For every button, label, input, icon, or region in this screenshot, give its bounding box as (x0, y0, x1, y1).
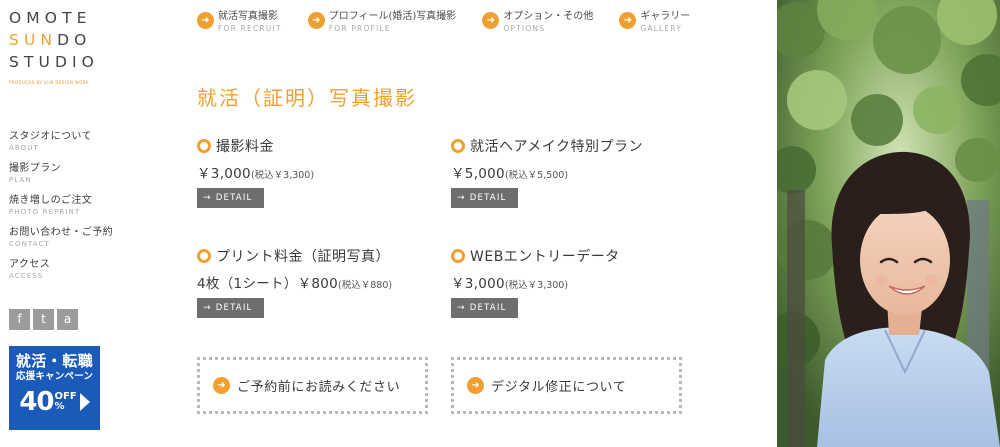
arrow-right-icon: → (457, 303, 466, 313)
plan-price: ￥5,000(税込￥5,500) (451, 162, 643, 182)
side-nav-sublabel: ABOUT (9, 144, 39, 152)
sidebar: OMOTE SUNDO STUDIO PRODUCED BY SUN DESIG… (0, 0, 178, 447)
top-nav-sublabel: FOR RECRUIT (218, 24, 282, 33)
side-nav-label: アクセス (9, 259, 51, 270)
logo-line-2-rest: DO (57, 31, 92, 49)
side-nav-contact[interactable]: お問い合わせ・ご予約 CONTACT (9, 226, 113, 249)
arrow-right-icon: ➜ (307, 12, 325, 29)
plan-card: プリント料金（証明写真） 4枚（1シート）￥800(税込￥880) → DETAI… (197, 246, 392, 318)
detail-button[interactable]: → DETAIL (451, 298, 518, 318)
campaign-percent: 40 (19, 387, 54, 417)
side-nav-label: 撮影プラン (9, 163, 61, 174)
side-nav: スタジオについて ABOUT 撮影プラン PLAN 焼き増しのご注文 PHOTO… (9, 130, 113, 290)
arrow-right-icon: ➜ (197, 12, 214, 29)
campaign-subtitle: 応援キャンペーン (15, 371, 94, 382)
arrow-right-icon: ➜ (619, 12, 637, 29)
top-nav-label: 就活写真撮影 (218, 11, 278, 22)
arrow-right-icon: → (457, 193, 466, 203)
plan-price-value: ￥5,000 (451, 166, 505, 182)
plan-card: 就活ヘアメイク特別プラン ￥5,000(税込￥5,500) → DETAIL (451, 136, 643, 208)
facebook-icon[interactable]: f (9, 309, 30, 330)
logo-tagline: PRODUCED BY SUN DESIGN WORK (9, 80, 89, 85)
side-nav-sublabel: PLAN (9, 176, 32, 184)
campaign-percent-sign: % (54, 401, 65, 412)
twitter-icon[interactable]: t (33, 309, 54, 330)
read-before-booking-banner[interactable]: ➜ ご予約前にお読みください (197, 357, 428, 414)
detail-button[interactable]: → DETAIL (197, 188, 264, 208)
detail-button-label: DETAIL (215, 303, 253, 313)
detail-button[interactable]: → DETAIL (451, 188, 518, 208)
side-nav-sublabel: CONTACT (9, 240, 50, 248)
plan-name: 就活ヘアメイク特別プラン (470, 139, 644, 155)
arrow-right-icon: ➜ (213, 377, 230, 394)
ameblo-icon[interactable]: a (57, 309, 78, 330)
plan-name: プリント料金（証明写真） (216, 249, 390, 265)
top-nav-label: ギャラリー (640, 11, 691, 22)
plan-price: 4枚（1シート）￥800(税込￥880) (197, 272, 392, 292)
plan-name: 撮影料金 (216, 139, 274, 155)
digital-retouch-banner[interactable]: ➜ デジタル修正について (451, 357, 682, 414)
campaign-title: 就活・転職 (15, 352, 94, 370)
plan-price-tax: (税込￥3,300) (504, 280, 569, 291)
detail-button-label: DETAIL (469, 193, 507, 203)
top-nav-profile[interactable]: ➜ プロフィール(婚活)写真撮影 FOR PROFILE (307, 10, 457, 34)
plan-price-tax: (税込￥880) (338, 280, 393, 291)
logo[interactable]: OMOTE SUNDO STUDIO PRODUCED BY SUN DESIG… (9, 7, 99, 85)
play-arrow-icon (79, 393, 90, 411)
top-nav-label: プロフィール(婚活)写真撮影 (328, 11, 457, 22)
plan-price-value: ￥3,000 (451, 276, 505, 292)
plan-card: 撮影料金 ￥3,000(税込￥3,300) → DETAIL (197, 136, 314, 208)
arrow-right-icon: → (203, 193, 212, 203)
circle-bullet-icon (451, 249, 465, 263)
side-nav-label: 焼き増しのご注文 (9, 195, 93, 206)
side-nav-sublabel: ACCESS (9, 272, 44, 280)
social-links: f t a (9, 309, 78, 330)
hero-photo-illustration (777, 0, 1000, 447)
side-nav-photo-reprint[interactable]: 焼き増しのご注文 PHOTO REPRINT (9, 194, 113, 217)
logo-line-2: SUNDO (9, 29, 99, 51)
campaign-off: OFF % (55, 392, 77, 412)
plan-price-value: 4枚（1シート）￥800 (197, 276, 339, 292)
logo-line-3: STUDIO (9, 53, 99, 71)
banner-label: ご予約前にお読みください (237, 380, 401, 395)
logo-line-1: OMOTE (9, 9, 92, 27)
campaign-banner[interactable]: 就活・転職 応援キャンペーン 40 OFF % (9, 346, 100, 430)
top-nav-label: オプション・その他 (503, 11, 594, 22)
plan-price-tax: (税込￥5,500) (504, 170, 569, 181)
logo-accent: SUN (9, 31, 58, 49)
circle-bullet-icon (197, 139, 211, 153)
side-nav-plan[interactable]: 撮影プラン PLAN (9, 162, 113, 185)
top-nav-recruit[interactable]: ➜ 就活写真撮影 FOR RECRUIT (197, 10, 282, 34)
plan-price: ￥3,000(税込￥3,300) (197, 162, 314, 182)
detail-button[interactable]: → DETAIL (197, 298, 264, 318)
plan-price-tax: (税込￥3,300) (250, 170, 315, 181)
hero-photo (777, 0, 1000, 447)
arrow-right-icon: ➜ (482, 12, 500, 29)
side-nav-sublabel: PHOTO REPRINT (9, 208, 81, 216)
campaign-discount: 40 OFF % (9, 383, 100, 421)
arrow-right-icon: ➜ (467, 377, 484, 394)
plan-price-value: ￥3,000 (197, 166, 251, 182)
arrow-right-icon: → (203, 303, 212, 313)
banner-label: デジタル修正について (491, 380, 627, 395)
top-nav-gallery[interactable]: ➜ ギャラリー GALLERY (619, 10, 690, 34)
side-nav-access[interactable]: アクセス ACCESS (9, 258, 113, 281)
top-nav-sublabel: FOR PROFILE (328, 24, 391, 33)
top-nav-options[interactable]: ➜ オプション・その他 OPTIONS (482, 10, 593, 34)
circle-bullet-icon (451, 139, 465, 153)
side-nav-about[interactable]: スタジオについて ABOUT (9, 130, 113, 153)
page-title: 就活（証明）写真撮影 (197, 86, 417, 110)
side-nav-label: お問い合わせ・ご予約 (9, 227, 113, 238)
top-nav: ➜ 就活写真撮影 FOR RECRUIT ➜ プロフィール(婚活)写真撮影 FO… (197, 10, 716, 34)
top-nav-sublabel: OPTIONS (503, 24, 546, 33)
side-nav-label: スタジオについて (9, 131, 92, 142)
detail-button-label: DETAIL (215, 193, 253, 203)
plan-card: WEBエントリーデータ ￥3,000(税込￥3,300) → DETAIL (451, 246, 620, 318)
circle-bullet-icon (197, 249, 211, 263)
plan-name: WEBエントリーデータ (470, 249, 620, 265)
plan-price: ￥3,000(税込￥3,300) (451, 272, 620, 292)
detail-button-label: DETAIL (469, 303, 507, 313)
top-nav-sublabel: GALLERY (640, 24, 683, 33)
